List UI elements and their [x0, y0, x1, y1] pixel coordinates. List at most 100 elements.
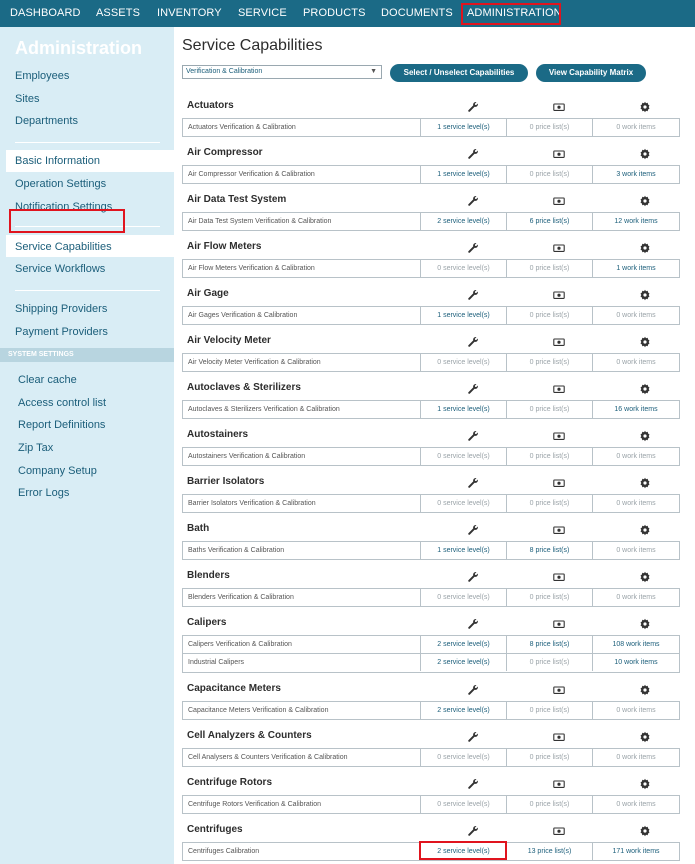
- work-items-link[interactable]: 0 work items: [593, 119, 679, 136]
- service-levels-link[interactable]: 2 service level(s): [421, 213, 507, 230]
- category-name: Barrier Isolators: [187, 476, 265, 487]
- work-items-link[interactable]: 0 work items: [593, 448, 679, 465]
- capability-name: Air Gages Verification & Calibration: [183, 307, 421, 324]
- price-lists-link[interactable]: 0 price list(s): [507, 307, 593, 324]
- nav-assets[interactable]: ASSETS: [96, 7, 140, 19]
- work-items-link[interactable]: 0 work items: [593, 702, 679, 719]
- sidebar-item-sites[interactable]: Sites: [15, 93, 39, 105]
- money-icon: [553, 147, 565, 159]
- sidebar-item-error-logs[interactable]: Error Logs: [18, 487, 69, 499]
- service-levels-link[interactable]: 2 service level(s): [421, 702, 507, 719]
- work-items-link[interactable]: 0 work items: [593, 589, 679, 606]
- table-row: Autostainers Verification & Calibration 0…: [182, 447, 680, 466]
- service-levels-link[interactable]: 2 service level(s): [421, 654, 507, 671]
- service-levels-link[interactable]: 1 service level(s): [421, 307, 507, 324]
- service-levels-link[interactable]: 0 service level(s): [421, 260, 507, 277]
- category-name: Autostainers: [187, 429, 249, 440]
- price-lists-link[interactable]: 0 price list(s): [507, 448, 593, 465]
- sidebar-item-clear-cache[interactable]: Clear cache: [18, 374, 77, 386]
- capability-name: Industrial Calipers: [183, 654, 421, 671]
- gear-icon: [639, 429, 651, 441]
- price-lists-link[interactable]: 0 price list(s): [507, 796, 593, 813]
- gear-icon: [639, 288, 651, 300]
- service-levels-link[interactable]: 0 service level(s): [421, 354, 507, 371]
- sidebar-item-basic-information[interactable]: Basic Information: [15, 155, 100, 167]
- category-name: Blenders: [187, 570, 230, 581]
- nav-inventory[interactable]: INVENTORY: [157, 7, 222, 19]
- table-row: Autoclaves & Sterilizers Verification & …: [182, 400, 680, 419]
- category-name: Air Data Test System: [187, 194, 287, 205]
- price-lists-link[interactable]: 0 price list(s): [507, 166, 593, 183]
- capability-name: Centrifuge Rotors Verification & Calibra…: [183, 796, 421, 813]
- price-lists-link[interactable]: 6 price list(s): [507, 213, 593, 230]
- view-capability-matrix-button[interactable]: View Capability Matrix: [536, 64, 646, 82]
- work-items-link[interactable]: 12 work items: [593, 213, 679, 230]
- capability-name: Air Flow Meters Verification & Calibrati…: [183, 260, 421, 277]
- work-items-link[interactable]: 171 work items: [593, 843, 679, 860]
- work-items-link[interactable]: 0 work items: [593, 796, 679, 813]
- service-levels-link[interactable]: 0 service level(s): [421, 448, 507, 465]
- capability-type-select[interactable]: Verification & Calibration ▼: [182, 65, 382, 79]
- sidebar-item-shipping-providers[interactable]: Shipping Providers: [15, 303, 107, 315]
- category-name: Centrifuges: [187, 824, 243, 835]
- price-lists-link[interactable]: 8 price list(s): [507, 636, 593, 653]
- money-icon: [553, 288, 565, 300]
- price-lists-link[interactable]: 0 price list(s): [507, 749, 593, 766]
- wrench-icon: [467, 288, 479, 300]
- sidebar-divider: [15, 290, 160, 291]
- sidebar-item-service-capabilities[interactable]: Service Capabilities: [15, 241, 112, 253]
- nav-dashboard[interactable]: DASHBOARD: [10, 7, 81, 19]
- work-items-link[interactable]: 10 work items: [593, 654, 679, 671]
- nav-service[interactable]: SERVICE: [238, 7, 287, 19]
- sidebar-item-company-setup[interactable]: Company Setup: [18, 465, 97, 477]
- price-lists-link[interactable]: 0 price list(s): [507, 119, 593, 136]
- work-items-link[interactable]: 108 work items: [593, 636, 679, 653]
- service-levels-link[interactable]: 0 service level(s): [421, 749, 507, 766]
- work-items-link[interactable]: 0 work items: [593, 307, 679, 324]
- nav-products[interactable]: PRODUCTS: [303, 7, 366, 19]
- sidebar-item-access-control-list[interactable]: Access control list: [18, 397, 106, 409]
- service-levels-link[interactable]: 1 service level(s): [421, 166, 507, 183]
- work-items-link[interactable]: 0 work items: [593, 354, 679, 371]
- money-icon: [553, 194, 565, 206]
- price-lists-link[interactable]: 0 price list(s): [507, 401, 593, 418]
- price-lists-link[interactable]: 0 price list(s): [507, 702, 593, 719]
- price-lists-link[interactable]: 0 price list(s): [507, 260, 593, 277]
- price-lists-link[interactable]: 0 price list(s): [507, 589, 593, 606]
- sidebar-item-service-workflows[interactable]: Service Workflows: [15, 263, 105, 275]
- sidebar-item-operation-settings[interactable]: Operation Settings: [15, 178, 106, 190]
- work-items-link[interactable]: 3 work items: [593, 166, 679, 183]
- sidebar-divider: [15, 142, 160, 143]
- money-icon: [553, 382, 565, 394]
- service-levels-link[interactable]: 0 service level(s): [421, 495, 507, 512]
- service-levels-link[interactable]: 0 service level(s): [421, 796, 507, 813]
- service-levels-link[interactable]: 1 service level(s): [421, 119, 507, 136]
- service-levels-link[interactable]: 1 service level(s): [421, 542, 507, 559]
- work-items-link[interactable]: 0 work items: [593, 495, 679, 512]
- service-levels-link[interactable]: 0 service level(s): [421, 589, 507, 606]
- top-navigation: DASHBOARD ASSETS INVENTORY SERVICE PRODU…: [0, 0, 695, 27]
- sidebar-item-departments[interactable]: Departments: [15, 115, 78, 127]
- wrench-icon: [467, 777, 479, 789]
- capability-name: Autoclaves & Sterilizers Verification & …: [183, 401, 421, 418]
- price-lists-link[interactable]: 8 price list(s): [507, 542, 593, 559]
- work-items-link[interactable]: 0 work items: [593, 542, 679, 559]
- table-row: Industrial Calipers 2 service level(s) 0 p…: [182, 654, 680, 673]
- sidebar-item-employees[interactable]: Employees: [15, 70, 69, 82]
- work-items-link[interactable]: 1 work items: [593, 260, 679, 277]
- price-lists-link[interactable]: 0 price list(s): [507, 495, 593, 512]
- nav-documents[interactable]: DOCUMENTS: [381, 7, 453, 19]
- category-name: Air Gage: [187, 288, 229, 299]
- sidebar-item-zip-tax[interactable]: Zip Tax: [18, 442, 53, 454]
- service-levels-link[interactable]: 1 service level(s): [421, 401, 507, 418]
- service-levels-link[interactable]: 2 service level(s): [421, 636, 507, 653]
- sidebar-title: Administration: [15, 38, 143, 58]
- sidebar-item-report-definitions[interactable]: Report Definitions: [18, 419, 105, 431]
- price-lists-link[interactable]: 13 price list(s): [507, 843, 593, 860]
- price-lists-link[interactable]: 0 price list(s): [507, 654, 593, 671]
- sidebar-item-payment-providers[interactable]: Payment Providers: [15, 326, 108, 338]
- work-items-link[interactable]: 0 work items: [593, 749, 679, 766]
- price-lists-link[interactable]: 0 price list(s): [507, 354, 593, 371]
- work-items-link[interactable]: 16 work items: [593, 401, 679, 418]
- select-unselect-capabilities-button[interactable]: Select / Unselect Capabilities: [390, 64, 528, 82]
